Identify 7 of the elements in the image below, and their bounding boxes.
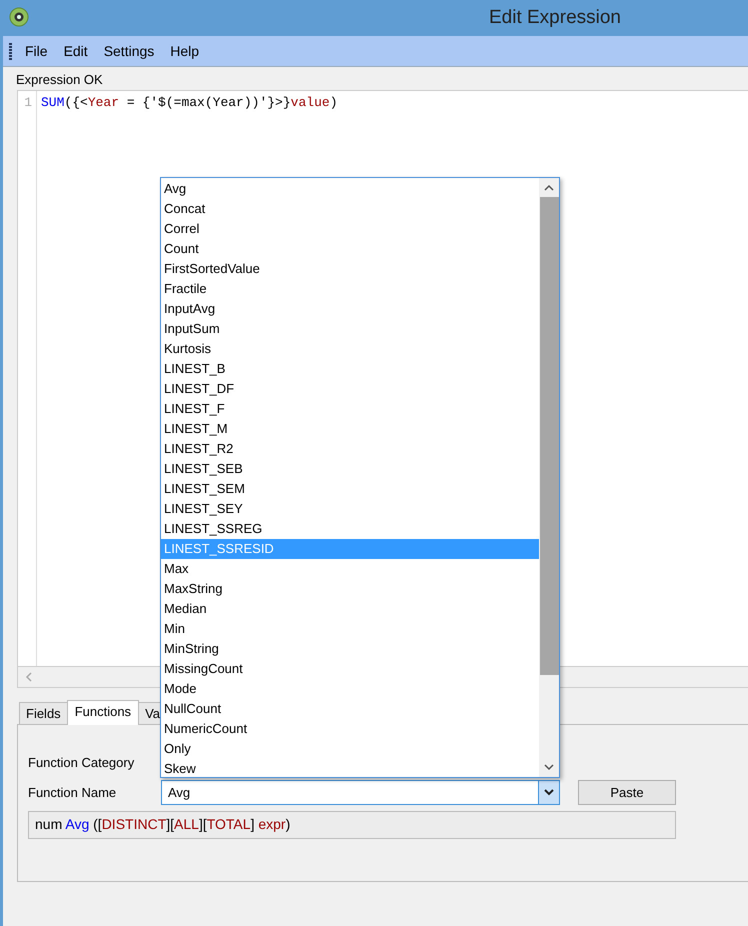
field-label: Function Category [28, 754, 136, 770]
function-syntax: num Avg ([DISTINCT][ALL][TOTAL] expr) [28, 811, 676, 839]
field-label: Function Name [28, 784, 118, 800]
line-number: 1 [18, 91, 37, 666]
expression-code: SUM({<Year = {'$(=max(Year))'}>}value) [41, 95, 338, 110]
status-text: Expression OK [15, 71, 104, 89]
window-title: Edit Expression [488, 7, 621, 29]
